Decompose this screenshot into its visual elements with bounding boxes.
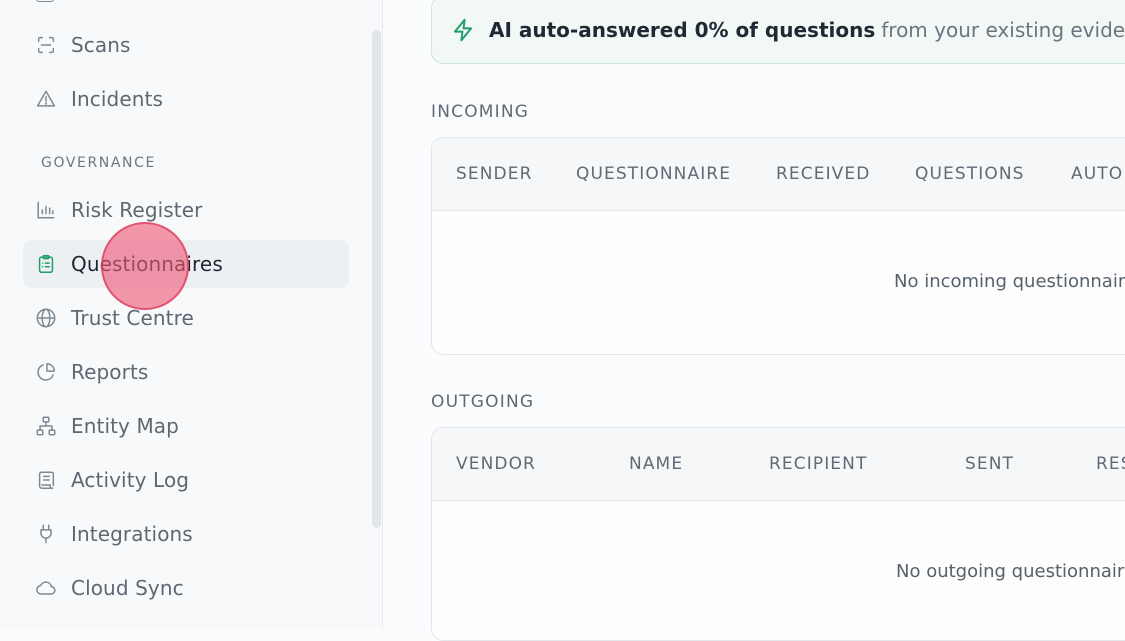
sidebar-item-label: Incidents [71,87,163,111]
column-header-sender[interactable]: SENDER [456,138,533,210]
section-label-governance: GOVERNANCE [41,155,156,171]
bar-chart-icon [35,199,57,221]
alert-triangle-icon [35,88,57,110]
sidebar-item-label: Questionnaires [71,252,223,276]
sidebar-item-reports[interactable]: Reports [23,348,349,396]
sidebar-item-trust-centre[interactable]: Trust Centre [23,294,349,342]
banner-headline: AI auto-answered 0% of questions [489,18,876,42]
sidebar-item-label: Cloud Sync [71,576,184,600]
zap-icon [450,17,476,43]
column-header-questions[interactable]: QUESTIONS [915,138,1025,210]
sidebar: Scans Incidents GOVERNANCE Risk Register… [0,0,383,629]
sidebar-item-scans[interactable]: Scans [23,21,349,69]
sidebar-item-label: Entity Map [71,414,179,438]
column-header-recipient[interactable]: RECIPIENT [769,428,867,500]
outgoing-empty-state: No outgoing questionnair [896,561,1125,582]
globe-icon [35,307,57,329]
sidebar-item-label: Risk Register [71,198,203,222]
incoming-empty-state: No incoming questionnair [894,271,1125,292]
scroll-text-icon [35,469,57,491]
scan-icon [35,34,57,56]
sidebar-scrollbar[interactable] [372,30,381,528]
column-header-vendor[interactable]: VENDOR [456,428,536,500]
outgoing-title: OUTGOING [431,392,535,412]
incoming-table-header: SENDER QUESTIONNAIRE RECEIVED QUESTIONS … [432,138,1125,211]
network-icon [35,415,57,437]
plug-icon [35,523,57,545]
incoming-title: INCOMING [431,102,530,122]
main-content: AI auto-answered 0% of questions from yo… [383,0,1125,641]
column-header-res[interactable]: RES [1096,428,1125,500]
sidebar-item-questionnaires[interactable]: Questionnaires [23,240,349,288]
partial-nav-icon [36,0,54,2]
cloud-icon [35,577,57,599]
sidebar-item-cloud-sync[interactable]: Cloud Sync [23,564,349,612]
sidebar-item-label: Reports [71,360,149,384]
column-header-questionnaire[interactable]: QUESTIONNAIRE [576,138,731,210]
sidebar-item-activity-log[interactable]: Activity Log [23,456,349,504]
clipboard-list-icon [35,253,57,275]
banner-subtext: from your existing evidenc [881,18,1125,42]
column-header-sent[interactable]: SENT [965,428,1014,500]
sidebar-item-label: Scans [71,33,131,57]
pie-chart-icon [35,361,57,383]
sidebar-item-risk-register[interactable]: Risk Register [23,186,349,234]
column-header-name[interactable]: NAME [629,428,683,500]
ai-summary-banner: AI auto-answered 0% of questions from yo… [431,0,1125,64]
sidebar-item-label: Trust Centre [71,306,194,330]
sidebar-item-label: Integrations [71,522,193,546]
column-header-received[interactable]: RECEIVED [776,138,870,210]
incoming-table: SENDER QUESTIONNAIRE RECEIVED QUESTIONS … [431,137,1125,355]
outgoing-table: VENDOR NAME RECIPIENT SENT RES No outgoi… [431,427,1125,641]
sidebar-item-entity-map[interactable]: Entity Map [23,402,349,450]
outgoing-table-header: VENDOR NAME RECIPIENT SENT RES [432,428,1125,501]
sidebar-item-label: Activity Log [71,468,190,492]
sidebar-item-integrations[interactable]: Integrations [23,510,349,558]
sidebar-item-incidents[interactable]: Incidents [23,75,349,123]
column-header-auto[interactable]: AUTO [1071,138,1123,210]
